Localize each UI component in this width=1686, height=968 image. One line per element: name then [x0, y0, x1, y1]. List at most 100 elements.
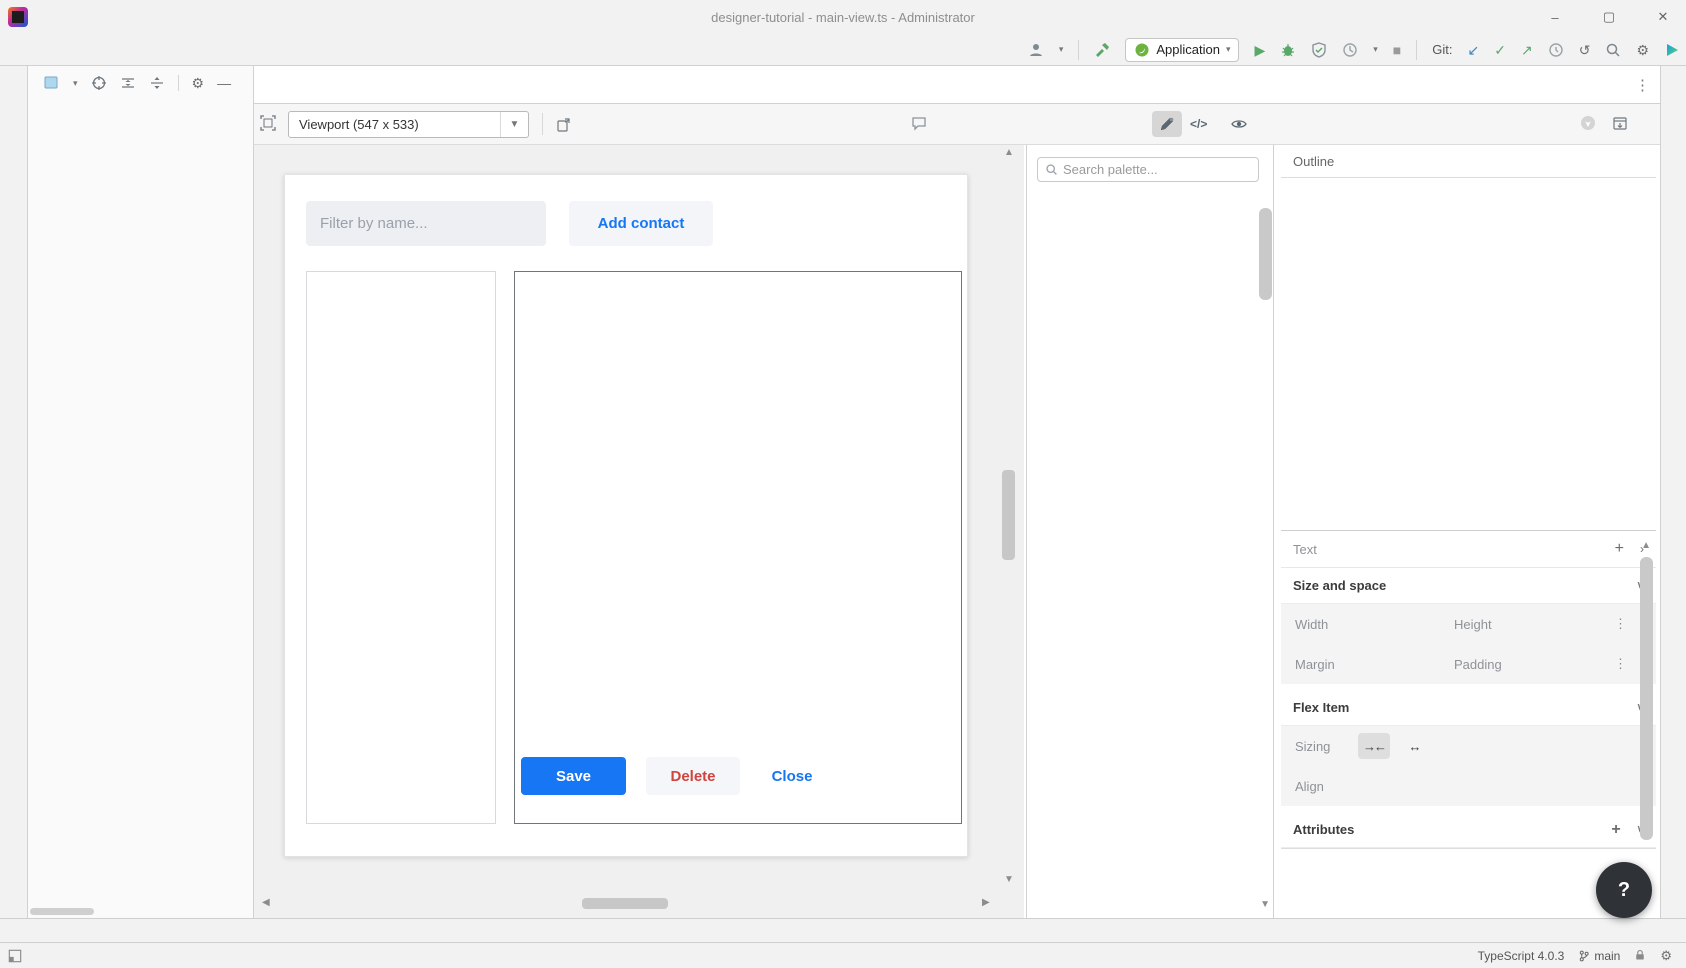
palette-search[interactable]: [1037, 157, 1259, 182]
tool-window-toggle-icon[interactable]: [8, 949, 22, 963]
locate-file-icon[interactable]: [91, 75, 107, 91]
title-bar: designer-tutorial - main-view.ts - Admin…: [0, 0, 1686, 34]
delete-button[interactable]: Delete: [646, 757, 740, 795]
profiler-dropdown-icon[interactable]: ▾: [1373, 44, 1378, 55]
build-hammer-icon[interactable]: [1094, 42, 1110, 58]
palette-search-input[interactable]: [1063, 162, 1251, 177]
lock-icon[interactable]: [1634, 949, 1646, 962]
profiler-icon[interactable]: [1342, 42, 1358, 58]
comment-bubble-icon[interactable]: [911, 115, 927, 131]
add-attribute-icon[interactable]: +: [1611, 821, 1620, 839]
git-branch-widget[interactable]: main: [1578, 949, 1620, 963]
ide-window: designer-tutorial - main-view.ts - Admin…: [0, 0, 1686, 968]
attributes-table: [1281, 848, 1656, 849]
help-button[interactable]: ?: [1596, 862, 1652, 918]
expand-all-icon[interactable]: [120, 75, 136, 91]
attributes-section[interactable]: Attributes +∨: [1281, 812, 1656, 848]
git-update-icon[interactable]: ↙: [1468, 43, 1480, 57]
viewport-select[interactable]: Viewport (547 x 533) ▼: [288, 111, 529, 138]
maximize-button[interactable]: ▢: [1600, 9, 1618, 25]
canvas-scroll-down-icon[interactable]: ▼: [1004, 874, 1014, 885]
ide-features-icon[interactable]: [1664, 42, 1680, 58]
rotate-viewport-icon[interactable]: [556, 116, 572, 132]
sizing-grow-button[interactable]: ↔: [1398, 733, 1430, 759]
sizing-shrink-button[interactable]: →←: [1358, 733, 1390, 759]
indexing-settings-icon[interactable]: ⚙: [1660, 949, 1672, 962]
viewport-label: Viewport (547 x 533): [289, 117, 500, 132]
text-section-label: Text: [1293, 542, 1317, 557]
stop-button[interactable]: ■: [1393, 43, 1401, 57]
palette-panel: ▼: [1026, 145, 1274, 918]
project-settings-icon[interactable]: ⚙: [192, 76, 205, 90]
chevron-down-icon: ▼: [500, 112, 528, 137]
branch-icon: [1578, 950, 1590, 962]
design-canvas[interactable]: Add contact Save Delete Close ▲ ▼ ◀ ▶: [254, 145, 1024, 918]
close-button[interactable]: ✕: [1654, 9, 1672, 25]
tool-window-bar: [0, 918, 1686, 942]
flex-item-section[interactable]: Flex Item ∨: [1281, 690, 1656, 726]
tab-options-icon[interactable]: ⋮: [1635, 76, 1650, 94]
spring-boot-icon: [1134, 42, 1150, 58]
size-space-section[interactable]: Size and space ∨: [1281, 568, 1656, 604]
properties-panel: Text +› Size and space ∨ Width Height ⋮: [1281, 530, 1656, 918]
flex-item-label: Flex Item: [1293, 700, 1349, 715]
settings-gear-icon[interactable]: ⚙: [1636, 43, 1649, 57]
canvas-hscrollbar[interactable]: [582, 898, 668, 909]
minimize-button[interactable]: –: [1546, 10, 1564, 25]
selection-frame-icon[interactable]: [260, 115, 276, 131]
canvas-scroll-left-icon[interactable]: ◀: [262, 897, 270, 908]
typescript-version[interactable]: TypeScript 4.0.3: [1478, 949, 1565, 963]
canvas-vscrollbar[interactable]: [1002, 470, 1015, 560]
size-space-label: Size and space: [1293, 578, 1386, 593]
intellij-logo-icon: [8, 7, 28, 27]
open-in-window-icon[interactable]: [1612, 115, 1628, 131]
inspector-scroll-up-icon[interactable]: ▲: [1641, 540, 1651, 551]
spacing-options-icon[interactable]: ⋮: [1614, 656, 1627, 672]
preview-card: Add contact Save Delete Close: [284, 174, 968, 857]
project-view-dropdown-icon[interactable]: ▾: [73, 78, 78, 89]
search-everywhere-icon[interactable]: [1605, 42, 1621, 58]
inspector-scrollbar[interactable]: [1640, 557, 1653, 840]
preview-mode-button[interactable]: [1224, 111, 1254, 137]
user-dropdown-icon[interactable]: ▾: [1059, 44, 1064, 55]
attributes-label: Attributes: [1293, 822, 1354, 837]
canvas-scroll-right-icon[interactable]: ▶: [982, 897, 990, 908]
coverage-icon[interactable]: [1311, 42, 1327, 58]
palette-scrollbar[interactable]: [1259, 208, 1272, 300]
padding-label: Padding: [1454, 657, 1502, 672]
contact-form-preview[interactable]: Save Delete Close: [514, 271, 962, 824]
text-section[interactable]: Text +›: [1281, 531, 1656, 568]
collapse-all-icon[interactable]: [149, 75, 165, 91]
git-commit-icon[interactable]: ✓: [1494, 43, 1506, 57]
rollback-icon[interactable]: ↺: [1579, 43, 1591, 57]
user-icon[interactable]: [1028, 42, 1044, 58]
edit-mode-button[interactable]: [1152, 111, 1182, 137]
canvas-scroll-up-icon[interactable]: ▲: [1004, 147, 1014, 158]
size-options-icon[interactable]: ⋮: [1614, 616, 1627, 632]
project-view-icon[interactable]: [44, 75, 60, 91]
vaadin-grid-preview[interactable]: [306, 271, 496, 824]
vaadin-help-icon[interactable]: [1580, 115, 1596, 131]
palette-scroll-down-icon[interactable]: ▼: [1260, 899, 1270, 910]
close-button[interactable]: Close: [768, 757, 816, 795]
code-mode-button[interactable]: </>: [1190, 117, 1207, 131]
add-text-icon[interactable]: +: [1615, 540, 1624, 558]
history-icon[interactable]: [1548, 42, 1564, 58]
project-toolbar: ▾ ⚙ —: [28, 66, 253, 100]
add-contact-button[interactable]: Add contact: [569, 201, 713, 246]
project-hscrollbar[interactable]: [30, 908, 94, 915]
run-button[interactable]: ▶: [1254, 43, 1265, 57]
branch-name: main: [1594, 949, 1620, 963]
save-button[interactable]: Save: [521, 757, 626, 795]
git-push-icon[interactable]: ↗: [1521, 43, 1533, 57]
height-label: Height: [1454, 617, 1492, 632]
git-toolbar-label: Git:: [1432, 42, 1452, 57]
filter-input[interactable]: [306, 201, 546, 246]
debug-icon[interactable]: [1280, 42, 1296, 58]
search-icon: [1045, 163, 1058, 176]
align-label: Align: [1295, 779, 1324, 794]
hide-panel-icon[interactable]: —: [217, 76, 231, 90]
chevron-down-icon: ▾: [1226, 44, 1231, 55]
run-configuration-select[interactable]: Application ▾: [1125, 38, 1239, 62]
designer-toolbar: Viewport (547 x 533) ▼ </>: [254, 104, 1660, 145]
